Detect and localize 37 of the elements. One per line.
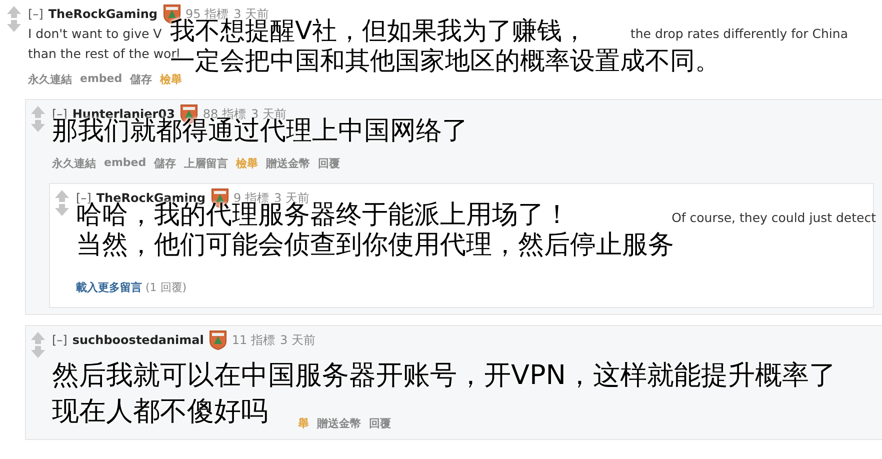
load-more-link[interactable]: 載入更多留言 xyxy=(76,281,142,294)
collapse-toggle[interactable]: [–] xyxy=(76,191,92,205)
reply-count: (1 回覆) xyxy=(146,281,187,294)
comment-action-link[interactable]: 上層留言 xyxy=(184,156,228,171)
timestamp: 3 天前 xyxy=(274,190,310,204)
comment-action-link[interactable]: 檢舉 xyxy=(160,72,182,87)
comment-action-link[interactable]: 永久連結 xyxy=(28,72,72,87)
comment-text: Of course, they could just detect xyxy=(672,209,876,227)
comment-action-link[interactable]: 儲存 xyxy=(154,156,176,171)
username-link[interactable]: suchboostedanimal xyxy=(72,333,204,347)
comment-action-link[interactable]: embed xyxy=(80,72,122,87)
comment-action-link[interactable]: 贈送金幣 xyxy=(317,416,361,431)
vote-arrows-icon[interactable] xyxy=(30,106,46,132)
collapse-toggle[interactable]: [–] xyxy=(52,333,68,347)
comment-action-link[interactable]: 贈送金幣 xyxy=(266,156,310,171)
comment-action-link[interactable]: embed xyxy=(104,156,146,171)
vote-arrows-icon[interactable] xyxy=(6,6,22,32)
comment-action-link[interactable]: 回覆 xyxy=(369,416,391,431)
collapse-toggle[interactable]: [–] xyxy=(52,107,68,121)
vote-arrows-icon[interactable] xyxy=(30,332,46,358)
vote-arrows-icon[interactable] xyxy=(54,190,70,216)
username-link[interactable]: TheRockGaming xyxy=(48,7,158,21)
comment-text: the drop rates differently for China xyxy=(630,25,848,43)
comment-action-link[interactable]: 舉 xyxy=(298,416,309,431)
comment-text: I don't want to give V xyxy=(28,25,162,43)
timestamp: 3 天前 xyxy=(280,332,316,348)
subtitle-caption: 现在人都不傻好吗 xyxy=(52,395,268,429)
timestamp: 3 天前 xyxy=(234,6,270,20)
comment-action-link[interactable]: 回覆 xyxy=(318,156,340,171)
comment-action-link[interactable]: 檢舉 xyxy=(236,156,258,171)
flair-shield-icon xyxy=(208,330,227,350)
subtitle-caption: 然后我就可以在中国服务器开账号，开VPN，这样就能提升概率了 xyxy=(52,359,836,393)
score-text: 11 指標 xyxy=(232,332,275,348)
collapse-toggle[interactable]: [–] xyxy=(28,7,44,21)
comment-action-link[interactable]: 儲存 xyxy=(130,72,152,87)
subtitle-caption: 当然，他们可能会侦查到你使用代理，然后停止服务 xyxy=(76,230,674,260)
comment-action-link[interactable]: 永久連結 xyxy=(52,156,96,171)
